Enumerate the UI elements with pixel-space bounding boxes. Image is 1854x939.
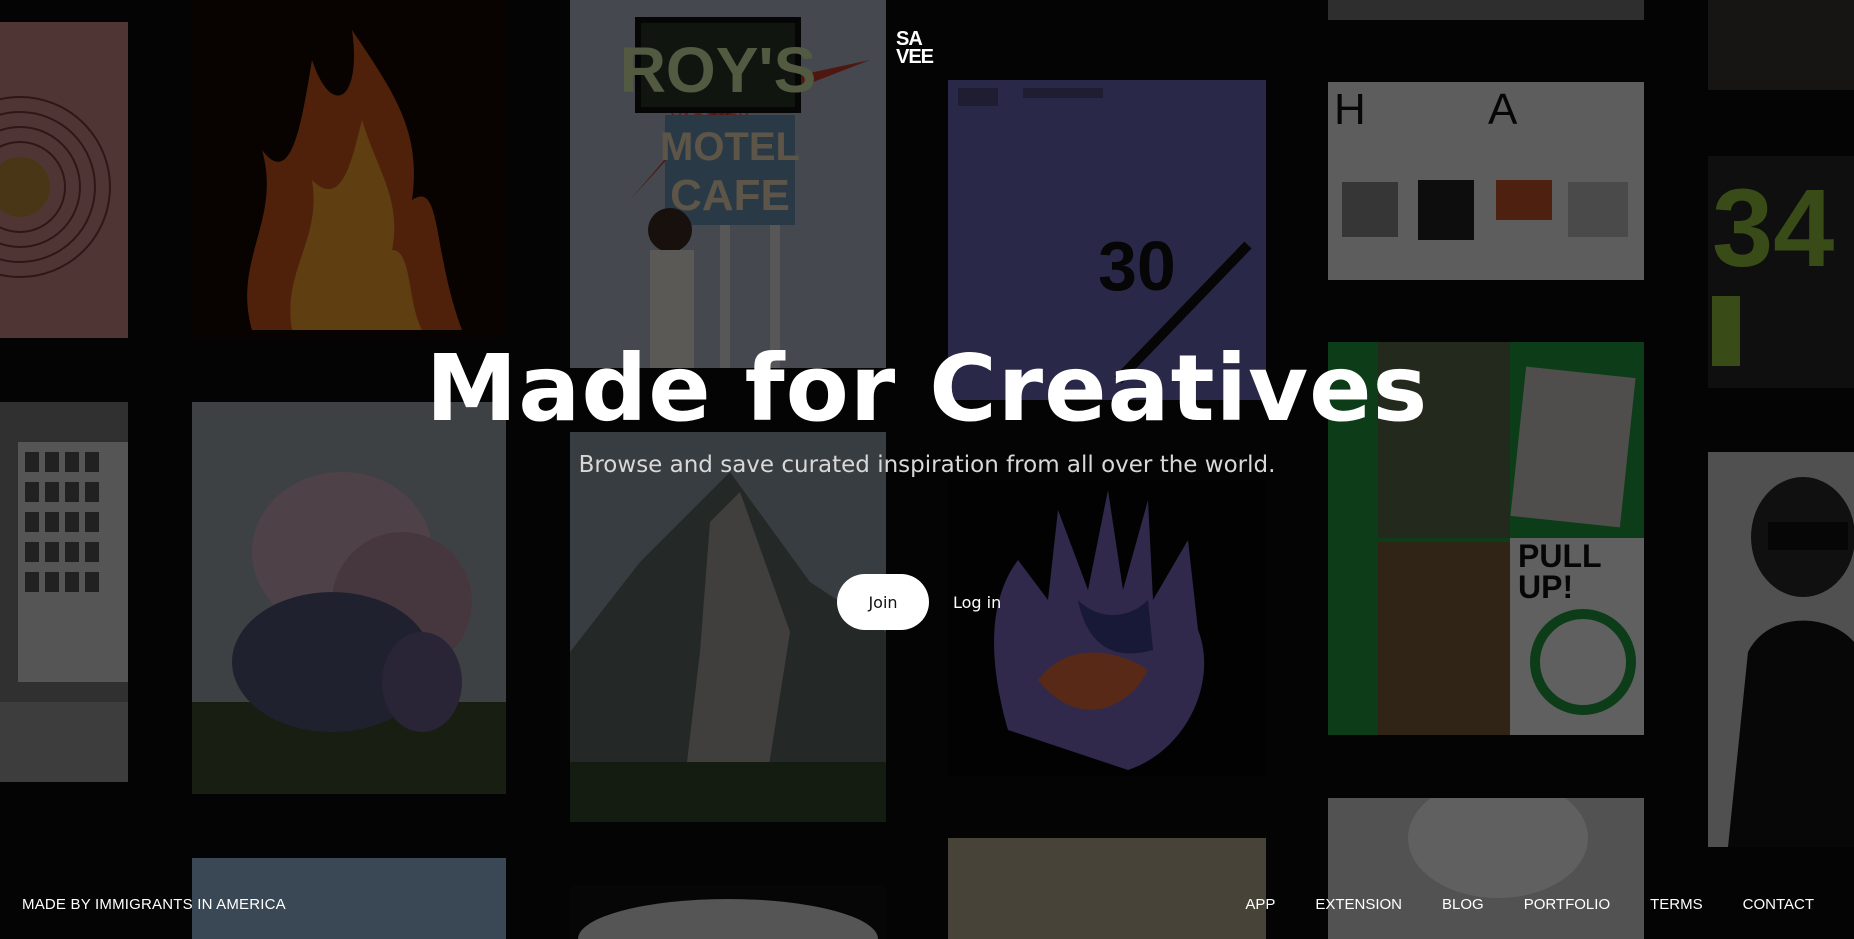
dark-texture-tile [1708, 0, 1854, 90]
beige-tile [948, 838, 1266, 939]
fire-text-tile [192, 0, 506, 337]
helmet-figure-tile [1708, 452, 1854, 847]
footer-link-contact[interactable]: CONTACT [1743, 896, 1814, 913]
motel-sign-text: MOTEL [660, 125, 800, 169]
roys-sign-text: ROY'S [620, 34, 817, 106]
cafe-sign-text: CAFE [670, 171, 790, 220]
roys-motel-tile: ROY'S VACANCY MOTEL CAFE [570, 0, 886, 368]
savee-logo[interactable]: SA VEE [896, 29, 940, 68]
pullup-text-2: UP! [1518, 569, 1573, 605]
hero-title: Made for Creatives [425, 335, 1429, 442]
footer-nav: APP EXTENSION BLOG PORTFOLIO TERMS CONTA… [1245, 896, 1814, 913]
footer-link-app[interactable]: APP [1245, 896, 1275, 913]
footer-link-terms[interactable]: TERMS [1650, 896, 1703, 913]
white-object-tile [570, 885, 886, 939]
footer-tagline: MADE BY IMMIGRANTS IN AMERICA [22, 896, 286, 913]
footer-link-extension[interactable]: EXTENSION [1315, 896, 1402, 913]
footer-link-portfolio[interactable]: PORTFOLIO [1524, 896, 1610, 913]
jersey-number-text: 34 [1712, 167, 1834, 290]
hero-subtitle: Browse and save curated inspiration from… [578, 452, 1276, 478]
logo-line-2: VEE [896, 46, 934, 68]
poster-a-text: A [1488, 85, 1518, 134]
hero-section: Made for Creatives Browse and save curat… [0, 330, 1854, 478]
circles-poster-tile [0, 22, 128, 338]
poster-number-text: 30 [1098, 227, 1176, 305]
white-cup-tile [1328, 798, 1644, 939]
footer-link-blog[interactable]: BLOG [1442, 896, 1484, 913]
h-a-layout-tile: H A [1328, 82, 1644, 280]
login-button[interactable]: Log in [953, 593, 1001, 612]
join-button[interactable]: Join [837, 574, 929, 630]
top-strip-tile [1328, 0, 1644, 20]
poster-h-text: H [1334, 85, 1366, 134]
auth-actions: Join Log in [837, 574, 1001, 630]
